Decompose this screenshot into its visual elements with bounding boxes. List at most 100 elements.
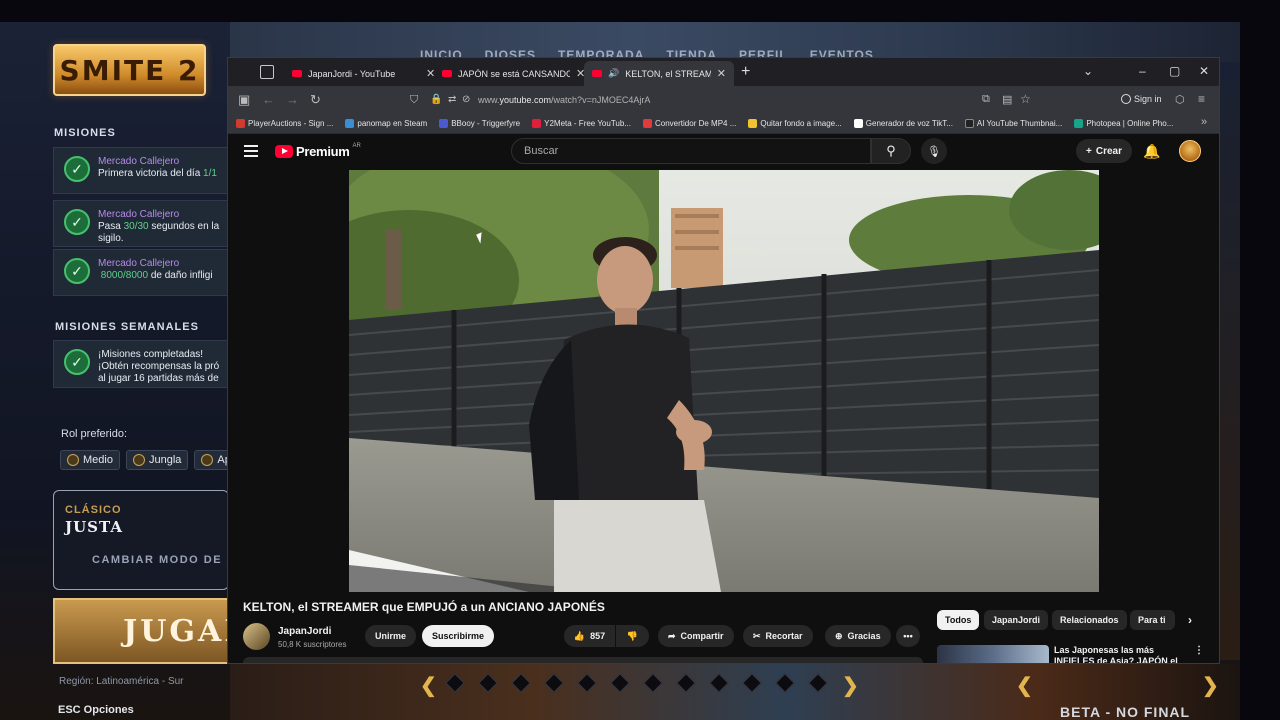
microphone-icon[interactable]: 🎙 bbox=[921, 138, 947, 164]
logo-word: Premium bbox=[296, 144, 350, 159]
carousel-dot[interactable] bbox=[709, 673, 729, 693]
dislike-button[interactable]: 👎 bbox=[616, 625, 649, 647]
chip-channel[interactable]: JapanJordi bbox=[984, 610, 1049, 630]
play-button[interactable]: JUGAR bbox=[53, 598, 231, 664]
bookmarks-overflow-icon[interactable]: » bbox=[1201, 116, 1207, 128]
carousel-dot[interactable] bbox=[511, 673, 531, 693]
url-field[interactable]: www.youtube.com/watch?v=nJMOEC4AjrA bbox=[478, 95, 650, 105]
game-mode-box[interactable]: CLÁSICO JUSTA CAMBIAR MODO DE J bbox=[53, 490, 233, 590]
thanks-button[interactable]: ⊕ Gracias bbox=[825, 625, 891, 647]
permissions-icon[interactable]: ⇄ bbox=[448, 94, 456, 105]
carousel-dot[interactable] bbox=[610, 673, 630, 693]
sign-in-button[interactable]: Sign in bbox=[1121, 94, 1162, 104]
menu-icon[interactable]: ≡ bbox=[1198, 92, 1205, 106]
share-label: Compartir bbox=[680, 631, 724, 641]
mission-card[interactable]: ✓ Mercado Callejero Pasa 30/30 segundos … bbox=[53, 200, 228, 247]
bookmark-item[interactable]: PlayerAuctions - Sign ... bbox=[236, 119, 333, 128]
tab-title: JAPÓN se está CANSANDO de bbox=[458, 68, 570, 79]
youtube-premium-logo[interactable]: Premium AR bbox=[275, 143, 361, 159]
recommended-thumbnail[interactable] bbox=[937, 645, 1049, 663]
carousel-dot[interactable] bbox=[445, 673, 465, 693]
bookmark-favicon-icon bbox=[345, 119, 355, 128]
tracking-protection-icon[interactable]: ⊘ bbox=[462, 94, 470, 105]
close-tab-icon[interactable]: ✕ bbox=[717, 67, 726, 80]
chevron-right-icon[interactable]: › bbox=[1180, 610, 1200, 630]
join-button[interactable]: Unirme bbox=[365, 625, 417, 647]
bookmark-favicon-icon bbox=[532, 119, 542, 128]
chevron-left-icon[interactable]: ❮ bbox=[420, 673, 437, 698]
carousel-dot[interactable] bbox=[808, 673, 828, 693]
tab-groups-icon[interactable] bbox=[260, 65, 274, 79]
carousel-dot[interactable] bbox=[544, 673, 564, 693]
hamburger-menu-icon[interactable] bbox=[244, 145, 258, 160]
channel-avatar[interactable] bbox=[243, 623, 270, 650]
browser-tab[interactable]: JapanJordi - YouTube ✕ bbox=[284, 61, 443, 86]
bookmark-item[interactable]: Generador de voz TikT... bbox=[853, 119, 953, 128]
chip-related[interactable]: Relacionados bbox=[1052, 610, 1127, 630]
sidebar-toggle-icon[interactable]: ▣ bbox=[238, 92, 250, 108]
chevron-right-icon[interactable]: ❯ bbox=[1202, 673, 1219, 698]
bookmark-item[interactable]: AI YouTube Thumbnai... bbox=[964, 119, 1062, 128]
create-button[interactable]: + Crear bbox=[1076, 139, 1132, 163]
tab-list-chevron-icon[interactable]: ⌄ bbox=[1083, 64, 1093, 78]
browser-tab[interactable]: JAPÓN se está CANSANDO de ✕ bbox=[434, 61, 593, 86]
carousel-dot[interactable] bbox=[577, 673, 597, 693]
options-hint[interactable]: ESC Opciones bbox=[58, 704, 134, 716]
video-player[interactable] bbox=[349, 170, 1099, 592]
share-button[interactable]: ➦ Compartir bbox=[658, 625, 734, 647]
bookmark-item[interactable]: Y2Meta - Free YouTub... bbox=[532, 119, 631, 128]
bookmark-item[interactable]: BBooy - Triggerfyre bbox=[439, 119, 520, 128]
avatar[interactable] bbox=[1179, 140, 1201, 162]
mission-card[interactable]: ✓ Mercado Callejero 8000/8000 de daño in… bbox=[53, 249, 228, 296]
role-option-jungla[interactable]: Jungla bbox=[125, 450, 189, 470]
chevron-right-icon[interactable]: ❯ bbox=[842, 673, 859, 698]
picture-in-picture-icon[interactable]: ⧉ bbox=[982, 93, 990, 106]
chip-all[interactable]: Todos bbox=[937, 610, 980, 630]
back-icon[interactable]: ← bbox=[262, 92, 275, 107]
search-input[interactable]: Buscar bbox=[511, 138, 871, 164]
role-icon bbox=[132, 454, 145, 466]
more-actions-icon[interactable]: ••• bbox=[896, 625, 920, 647]
bookmark-star-icon[interactable]: ☆ bbox=[1020, 92, 1031, 106]
change-mode-button[interactable]: CAMBIAR MODO DE J bbox=[92, 554, 234, 566]
clip-button[interactable]: ✂ Recortar bbox=[743, 625, 813, 647]
search-icon[interactable]: ⚲ bbox=[871, 138, 911, 164]
shield-icon[interactable]: ⛉ bbox=[410, 94, 418, 107]
share-icon: ➦ bbox=[668, 630, 676, 641]
minimize-icon[interactable]: – bbox=[1139, 64, 1146, 78]
bookmark-item[interactable]: panomap en Steam bbox=[345, 119, 427, 128]
like-button[interactable]: 👍 857 bbox=[564, 625, 615, 647]
speaker-icon[interactable]: 🔊 bbox=[608, 68, 619, 79]
notifications-bell-icon[interactable]: 🔔 bbox=[1143, 143, 1160, 160]
clip-label: Recortar bbox=[765, 631, 803, 641]
weekly-mission-card[interactable]: ✓ ¡Misiones completadas! ¡Obtén recompen… bbox=[53, 340, 228, 388]
maximize-icon[interactable]: ▢ bbox=[1169, 64, 1180, 78]
bookmark-item[interactable]: Photopea | Online Pho... bbox=[1074, 119, 1173, 128]
reader-view-icon[interactable]: ▤ bbox=[1002, 93, 1012, 106]
mission-card[interactable]: ✓ Mercado Callejero Primera victoria del… bbox=[53, 147, 228, 194]
forward-icon[interactable]: → bbox=[286, 92, 299, 107]
role-option-medio[interactable]: Medio bbox=[60, 450, 120, 470]
chevron-left-icon[interactable]: ❮ bbox=[1016, 673, 1033, 698]
carousel-dot[interactable] bbox=[643, 673, 663, 693]
lock-icon[interactable]: 🔒 bbox=[430, 94, 442, 105]
chip-for-you[interactable]: Para ti bbox=[1130, 610, 1175, 630]
description-box[interactable] bbox=[243, 657, 923, 663]
channel-name[interactable]: JapanJordi bbox=[278, 626, 331, 637]
bookmark-item[interactable]: Quitar fondo a image... bbox=[748, 119, 842, 128]
carousel-dot[interactable] bbox=[775, 673, 795, 693]
screen: INICIO DIOSES TEMPORADA TIENDA PERFIL EV… bbox=[0, 0, 1280, 720]
reload-icon[interactable]: ↻ bbox=[310, 92, 321, 108]
carousel-dot[interactable] bbox=[676, 673, 696, 693]
browser-tab-active[interactable]: 🔊 KELTON, el STREAMER que ✕ bbox=[584, 61, 734, 86]
carousel-dot[interactable] bbox=[742, 673, 762, 693]
url-path: /watch?v=nJMOEC4AjrA bbox=[551, 95, 651, 105]
close-window-icon[interactable]: ✕ bbox=[1199, 64, 1209, 78]
subscribe-button[interactable]: Suscribirme bbox=[422, 625, 495, 647]
bookmark-item[interactable]: Convertidor De MP4 ... bbox=[643, 119, 736, 128]
new-tab-icon[interactable]: + bbox=[741, 63, 750, 81]
carousel-dot[interactable] bbox=[478, 673, 498, 693]
extensions-icon[interactable]: ⬡ bbox=[1175, 93, 1185, 106]
recommended-more-icon[interactable]: ⋮ bbox=[1194, 645, 1204, 656]
recommended-title[interactable]: Las Japonesas las más INFIELES de Asia? … bbox=[1054, 645, 1179, 663]
